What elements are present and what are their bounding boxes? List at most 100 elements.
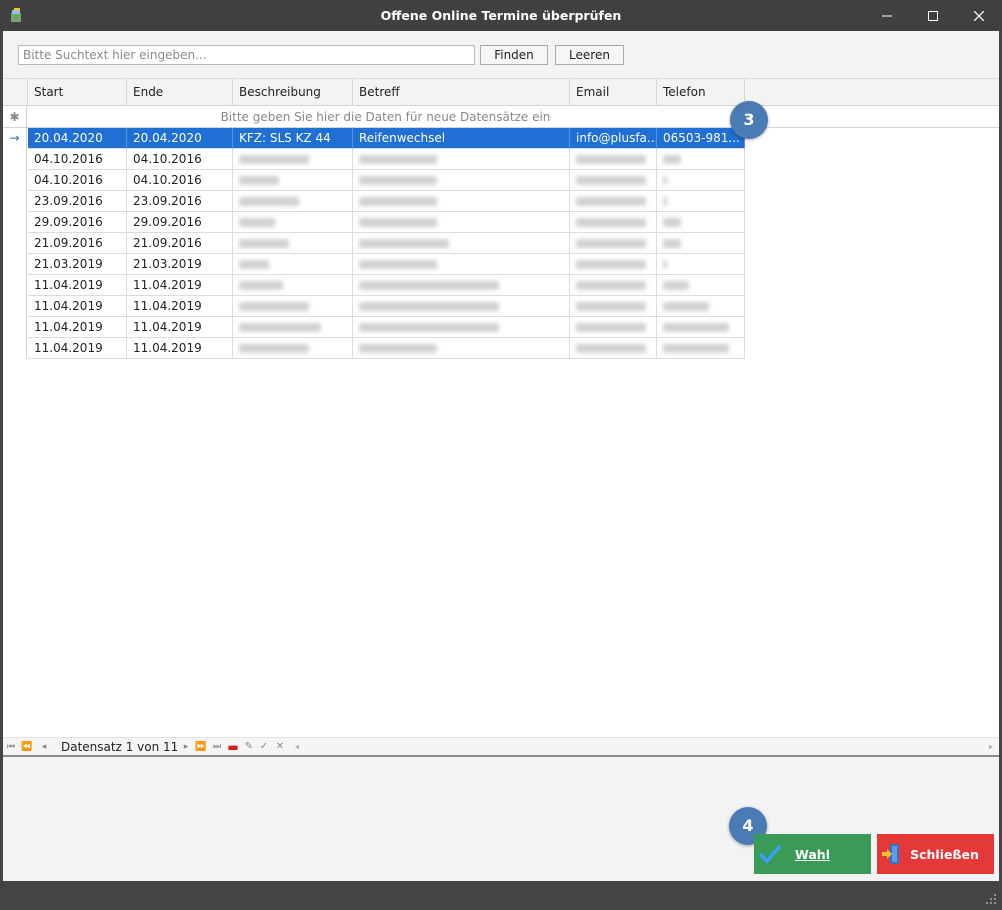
select-button[interactable]: Wahl bbox=[754, 834, 871, 874]
cell-email[interactable] bbox=[570, 233, 657, 254]
cell-description[interactable] bbox=[233, 254, 353, 275]
table-row[interactable]: 04.10.2016 04.10.2016 bbox=[3, 149, 745, 170]
cell-end[interactable]: 20.04.2020 bbox=[127, 128, 233, 149]
first-page-icon[interactable]: ⏮ bbox=[5, 738, 17, 756]
cell-email[interactable] bbox=[570, 338, 657, 359]
table-row[interactable]: 21.09.2016 21.09.2016 bbox=[3, 233, 745, 254]
scroll-left-icon[interactable]: ◂ bbox=[295, 740, 299, 754]
new-row[interactable]: ✱ Bitte geben Sie hier die Daten für neu… bbox=[3, 106, 999, 128]
cell-subject[interactable] bbox=[353, 149, 570, 170]
column-header-start[interactable]: Start bbox=[28, 79, 127, 106]
table-row[interactable]: 11.04.2019 11.04.2019 bbox=[3, 338, 745, 359]
row-indicator[interactable] bbox=[3, 191, 27, 212]
row-indicator[interactable] bbox=[3, 338, 27, 359]
last-page-icon[interactable]: ⏭ bbox=[211, 738, 223, 756]
cell-phone[interactable] bbox=[657, 170, 745, 191]
cell-end[interactable]: 23.09.2016 bbox=[127, 191, 233, 212]
delete-record-icon[interactable]: ▬ bbox=[227, 738, 239, 756]
cell-subject[interactable] bbox=[353, 233, 570, 254]
cell-end[interactable]: 29.09.2016 bbox=[127, 212, 233, 233]
cell-email[interactable] bbox=[570, 191, 657, 212]
cell-phone[interactable] bbox=[657, 338, 745, 359]
cell-end[interactable]: 04.10.2016 bbox=[127, 170, 233, 191]
minimize-button[interactable] bbox=[864, 0, 910, 31]
next-page-icon[interactable]: ⏩ bbox=[195, 738, 207, 756]
cell-start[interactable]: 11.04.2019 bbox=[28, 317, 127, 338]
cell-description[interactable] bbox=[233, 191, 353, 212]
cell-start[interactable]: 21.09.2016 bbox=[28, 233, 127, 254]
column-header-end[interactable]: Ende bbox=[127, 79, 233, 106]
cell-description[interactable] bbox=[233, 338, 353, 359]
cell-email[interactable] bbox=[570, 275, 657, 296]
cell-description[interactable]: KFZ: SLS KZ 44 bbox=[233, 128, 353, 149]
cell-phone[interactable] bbox=[657, 254, 745, 275]
table-row[interactable]: 29.09.2016 29.09.2016 bbox=[3, 212, 745, 233]
table-row[interactable]: 23.09.2016 23.09.2016 bbox=[3, 191, 745, 212]
cell-description[interactable] bbox=[233, 170, 353, 191]
cell-description[interactable] bbox=[233, 275, 353, 296]
cell-subject[interactable] bbox=[353, 170, 570, 191]
cell-email[interactable] bbox=[570, 149, 657, 170]
search-input[interactable] bbox=[18, 45, 475, 65]
horizontal-scrollbar[interactable]: ◂ ▸ bbox=[293, 740, 995, 754]
cell-subject[interactable] bbox=[353, 296, 570, 317]
cell-phone[interactable] bbox=[657, 149, 745, 170]
cell-email[interactable]: info@plusfa... bbox=[570, 128, 657, 149]
column-header-phone[interactable]: Telefon bbox=[657, 79, 745, 106]
cell-subject[interactable] bbox=[353, 317, 570, 338]
edit-record-icon[interactable]: ✎ bbox=[243, 738, 255, 756]
cell-end[interactable]: 11.04.2019 bbox=[127, 338, 233, 359]
cell-phone[interactable] bbox=[657, 317, 745, 338]
cell-start[interactable]: 11.04.2019 bbox=[28, 275, 127, 296]
cell-subject[interactable] bbox=[353, 191, 570, 212]
cell-phone[interactable] bbox=[657, 191, 745, 212]
cell-email[interactable] bbox=[570, 296, 657, 317]
cell-end[interactable]: 11.04.2019 bbox=[127, 317, 233, 338]
cell-email[interactable] bbox=[570, 170, 657, 191]
cell-end[interactable]: 21.09.2016 bbox=[127, 233, 233, 254]
cell-description[interactable] bbox=[233, 296, 353, 317]
next-record-icon[interactable]: ▸ bbox=[180, 738, 192, 756]
cell-subject[interactable] bbox=[353, 275, 570, 296]
cell-start[interactable]: 11.04.2019 bbox=[28, 338, 127, 359]
table-row[interactable]: 04.10.2016 04.10.2016 bbox=[3, 170, 745, 191]
cell-start[interactable]: 04.10.2016 bbox=[28, 170, 127, 191]
cell-start[interactable]: 29.09.2016 bbox=[28, 212, 127, 233]
column-header-email[interactable]: Email bbox=[570, 79, 657, 106]
row-indicator[interactable] bbox=[3, 170, 27, 191]
table-row[interactable]: 11.04.2019 11.04.2019 bbox=[3, 296, 745, 317]
row-indicator[interactable] bbox=[3, 317, 27, 338]
prev-record-icon[interactable]: ◂ bbox=[38, 738, 50, 756]
row-indicator[interactable] bbox=[3, 233, 27, 254]
row-indicator[interactable] bbox=[3, 296, 27, 317]
table-row[interactable]: 21.03.2019 21.03.2019 bbox=[3, 254, 745, 275]
row-indicator[interactable] bbox=[3, 149, 27, 170]
current-row-arrow-icon[interactable]: → bbox=[3, 128, 27, 149]
cell-subject[interactable] bbox=[353, 338, 570, 359]
cell-end[interactable]: 04.10.2016 bbox=[127, 149, 233, 170]
cell-email[interactable] bbox=[570, 212, 657, 233]
find-button[interactable]: Finden bbox=[480, 45, 548, 65]
save-record-icon[interactable]: ✓ bbox=[258, 738, 270, 756]
scroll-right-icon[interactable]: ▸ bbox=[989, 740, 993, 754]
clear-button[interactable]: Leeren bbox=[555, 45, 624, 65]
cell-subject[interactable] bbox=[353, 254, 570, 275]
cell-start[interactable]: 20.04.2020 bbox=[28, 128, 127, 149]
cancel-edit-icon[interactable]: ✕ bbox=[274, 738, 286, 756]
cell-subject[interactable]: Reifenwechsel bbox=[353, 128, 570, 149]
cell-phone[interactable]: 06503-981... bbox=[657, 128, 745, 149]
cell-phone[interactable] bbox=[657, 296, 745, 317]
close-button[interactable]: Schließen bbox=[877, 834, 994, 874]
table-row[interactable]: 11.04.2019 11.04.2019 bbox=[3, 275, 745, 296]
cell-end[interactable]: 11.04.2019 bbox=[127, 296, 233, 317]
cell-end[interactable]: 11.04.2019 bbox=[127, 275, 233, 296]
cell-description[interactable] bbox=[233, 233, 353, 254]
column-header-subject[interactable]: Betreff bbox=[353, 79, 570, 106]
cell-email[interactable] bbox=[570, 254, 657, 275]
cell-description[interactable] bbox=[233, 212, 353, 233]
prev-page-icon[interactable]: ⏪ bbox=[21, 738, 33, 756]
table-row[interactable]: 11.04.2019 11.04.2019 bbox=[3, 317, 745, 338]
maximize-button[interactable] bbox=[910, 0, 956, 31]
cell-phone[interactable] bbox=[657, 233, 745, 254]
cell-start[interactable]: 21.03.2019 bbox=[28, 254, 127, 275]
